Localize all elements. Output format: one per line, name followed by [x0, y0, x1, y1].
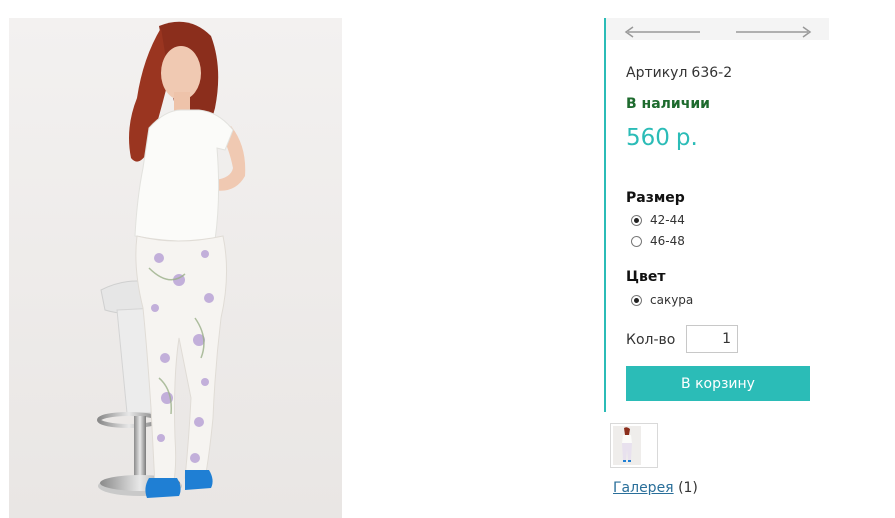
gallery-thumbnail[interactable] — [610, 423, 658, 468]
radio-checked-icon[interactable] — [631, 214, 642, 226]
size-option-42-44[interactable]: 42-44 — [631, 211, 685, 229]
price-currency: р. — [675, 125, 698, 151]
arrow-right-icon[interactable] — [734, 23, 814, 38]
stock-status: В наличии — [626, 96, 710, 112]
color-option-label: сакура — [650, 293, 694, 307]
product-photo[interactable] — [9, 18, 342, 518]
quantity-label: Кол-во — [626, 332, 676, 348]
gallery-count: (1) — [678, 480, 698, 496]
product-info-panel: Артикул 636-2 В наличии 560 р. Размер 42-4… — [604, 18, 831, 412]
color-title: Цвет — [626, 269, 666, 285]
sku-value: 636-2 — [691, 65, 733, 81]
sku: Артикул 636-2 — [626, 65, 732, 81]
radio-unchecked-icon[interactable] — [631, 235, 642, 247]
price: 560 р. — [626, 125, 698, 151]
add-to-cart-button[interactable]: В корзину — [626, 366, 810, 401]
price-value: 560 — [626, 125, 670, 151]
size-option-46-48[interactable]: 46-48 — [631, 232, 685, 250]
radio-checked-icon[interactable] — [631, 294, 642, 306]
sku-label: Артикул — [626, 65, 688, 81]
gallery: Галерея (1) — [613, 480, 698, 496]
quantity-input[interactable] — [686, 325, 738, 353]
size-option-label: 46-48 — [650, 234, 685, 248]
image-nav-bar — [606, 18, 829, 40]
size-title: Размер — [626, 190, 685, 206]
color-option-sakura[interactable]: сакура — [631, 291, 693, 309]
model-photo-illustration — [9, 18, 342, 518]
gallery-link[interactable]: Галерея — [613, 480, 674, 496]
size-option-label: 42-44 — [650, 213, 685, 227]
thumbnail-image — [611, 424, 657, 467]
arrow-left-icon[interactable] — [622, 23, 702, 38]
